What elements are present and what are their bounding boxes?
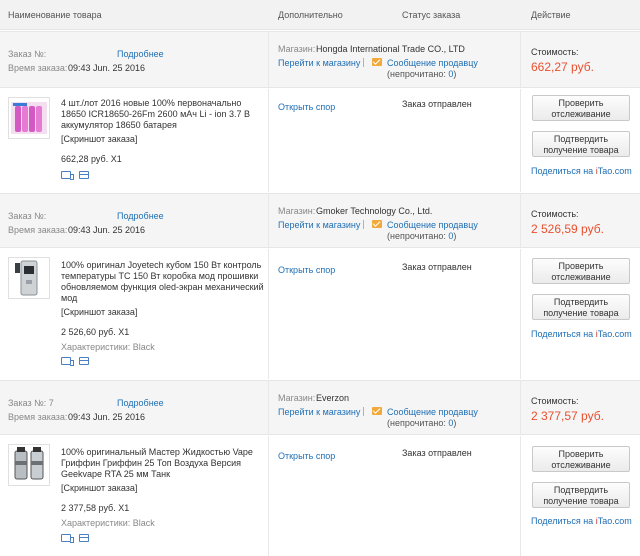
unread-count: (непрочитано: 0) [387, 69, 457, 79]
order-time-label: Время заказа: [8, 225, 68, 235]
product-thumbnail[interactable] [8, 257, 50, 299]
cost-label: Стоимость: [531, 209, 579, 219]
order-time-label: Время заказа: [8, 63, 68, 73]
message-seller-link[interactable]: Сообщение продавцу [387, 220, 478, 230]
confirm-receipt-button[interactable]: Подтвердить получение товара [532, 294, 630, 320]
order-item: 100% оригинальный Мастер Жидкостью Vape … [0, 436, 640, 556]
go-to-shop-link[interactable]: Перейти к магазину [278, 220, 360, 230]
cost-value: 2 526,59 руб. [531, 222, 604, 236]
truck-icon[interactable] [61, 534, 74, 543]
order-time-label: Время заказа: [8, 412, 68, 422]
order-header: Заказ №: Подробнее Время заказа: 09:43 J… [0, 31, 640, 88]
mail-icon [372, 58, 382, 66]
order-time-value: 09:43 Jun. 25 2016 [68, 412, 146, 422]
track-button[interactable]: Проверить отслеживание [532, 95, 630, 121]
order-item: 100% оригинал Joyetech кубом 150 Вт конт… [0, 249, 640, 379]
mail-icon [372, 220, 382, 228]
open-dispute-link[interactable]: Открыть спор [278, 451, 335, 461]
truck-icon[interactable] [61, 357, 74, 366]
go-to-shop-link[interactable]: Перейти к магазину [278, 58, 360, 68]
product-title-link[interactable]: 100% оригинальный Мастер Жидкостью Vape … [61, 447, 266, 480]
snapshot-link[interactable]: [Скриншот заказа] [61, 307, 137, 317]
details-link[interactable]: Подробнее [117, 49, 164, 59]
track-button[interactable]: Проверить отслеживание [532, 446, 630, 472]
product-title-link[interactable]: 100% оригинал Joyetech кубом 150 Вт конт… [61, 260, 266, 304]
table-header: Наименование товара Дополнительно Статус… [0, 0, 640, 30]
shop-label: Магазин: [278, 44, 316, 54]
characteristics: Характеристики: Black [61, 342, 155, 352]
order-time-value: 09:43 Jun. 25 2016 [68, 225, 146, 235]
snapshot-link[interactable]: [Скриншот заказа] [61, 483, 137, 493]
go-to-shop-link[interactable]: Перейти к магазину [278, 407, 360, 417]
details-link[interactable]: Подробнее [117, 398, 164, 408]
cost-value: 662,27 руб. [531, 60, 594, 74]
cost-label: Стоимость: [531, 396, 579, 406]
order-number-label: Заказ №: [8, 211, 47, 221]
order-header: Заказ №: Подробнее Время заказа: 09:43 J… [0, 193, 640, 248]
header-extra: Дополнительно [278, 10, 343, 20]
unread-count: (непрочитано: 0) [387, 231, 457, 241]
shop-name: Gmoker Technology Co., Ltd. [316, 206, 433, 216]
product-title-link[interactable]: 4 шт./лот 2016 новые 100% первоначально … [61, 98, 266, 131]
order-number-label: Заказ №: [8, 49, 47, 59]
order-status: Заказ отправлен [402, 262, 472, 272]
card-icon[interactable] [79, 534, 89, 542]
product-thumbnail[interactable] [8, 97, 50, 139]
open-dispute-link[interactable]: Открыть спор [278, 102, 335, 112]
order-time-value: 09:43 Jun. 25 2016 [68, 63, 146, 73]
track-button[interactable]: Проверить отслеживание [532, 258, 630, 284]
order-item: 4 шт./лот 2016 новые 100% первоначально … [0, 89, 640, 192]
characteristics: Характеристики: Black [61, 518, 155, 528]
share-link[interactable]: Поделиться на iTao.com [531, 329, 632, 339]
header-product: Наименование товара [8, 10, 102, 20]
cost-value: 2 377,57 руб. [531, 409, 604, 423]
item-price: 662,28 руб. X1 [61, 154, 122, 164]
shop-name: Hongda International Trade CO., LTD [316, 44, 465, 54]
unread-count: (непрочитано: 0) [387, 418, 457, 428]
card-icon[interactable] [79, 357, 89, 365]
order-number-label: Заказ №: 7 [8, 398, 54, 408]
header-status: Статус заказа [402, 10, 461, 20]
shop-name: Everzon [316, 393, 350, 403]
confirm-receipt-button[interactable]: Подтвердить получение товара [532, 482, 630, 508]
item-price: 2 377,58 руб. X1 [61, 503, 130, 513]
mail-icon [372, 407, 382, 415]
shop-label: Магазин: [278, 393, 316, 403]
order-status: Заказ отправлен [402, 99, 472, 109]
snapshot-link[interactable]: [Скриншот заказа] [61, 134, 137, 144]
truck-icon[interactable] [61, 171, 74, 180]
message-seller-link[interactable]: Сообщение продавцу [387, 407, 478, 417]
share-link[interactable]: Поделиться на iTao.com [531, 166, 632, 176]
shop-label: Магазин: [278, 206, 316, 216]
message-seller-link[interactable]: Сообщение продавцу [387, 58, 478, 68]
details-link[interactable]: Подробнее [117, 211, 164, 221]
cost-label: Стоимость: [531, 47, 579, 57]
card-icon[interactable] [79, 171, 89, 179]
share-link[interactable]: Поделиться на iTao.com [531, 516, 632, 526]
item-price: 2 526,60 руб. X1 [61, 327, 130, 337]
order-header: Заказ №: 7 Подробнее Время заказа: 09:43… [0, 380, 640, 435]
confirm-receipt-button[interactable]: Подтвердить получение товара [532, 131, 630, 157]
order-status: Заказ отправлен [402, 448, 472, 458]
header-action: Действие [531, 10, 571, 20]
product-thumbnail[interactable] [8, 444, 50, 486]
open-dispute-link[interactable]: Открыть спор [278, 265, 335, 275]
